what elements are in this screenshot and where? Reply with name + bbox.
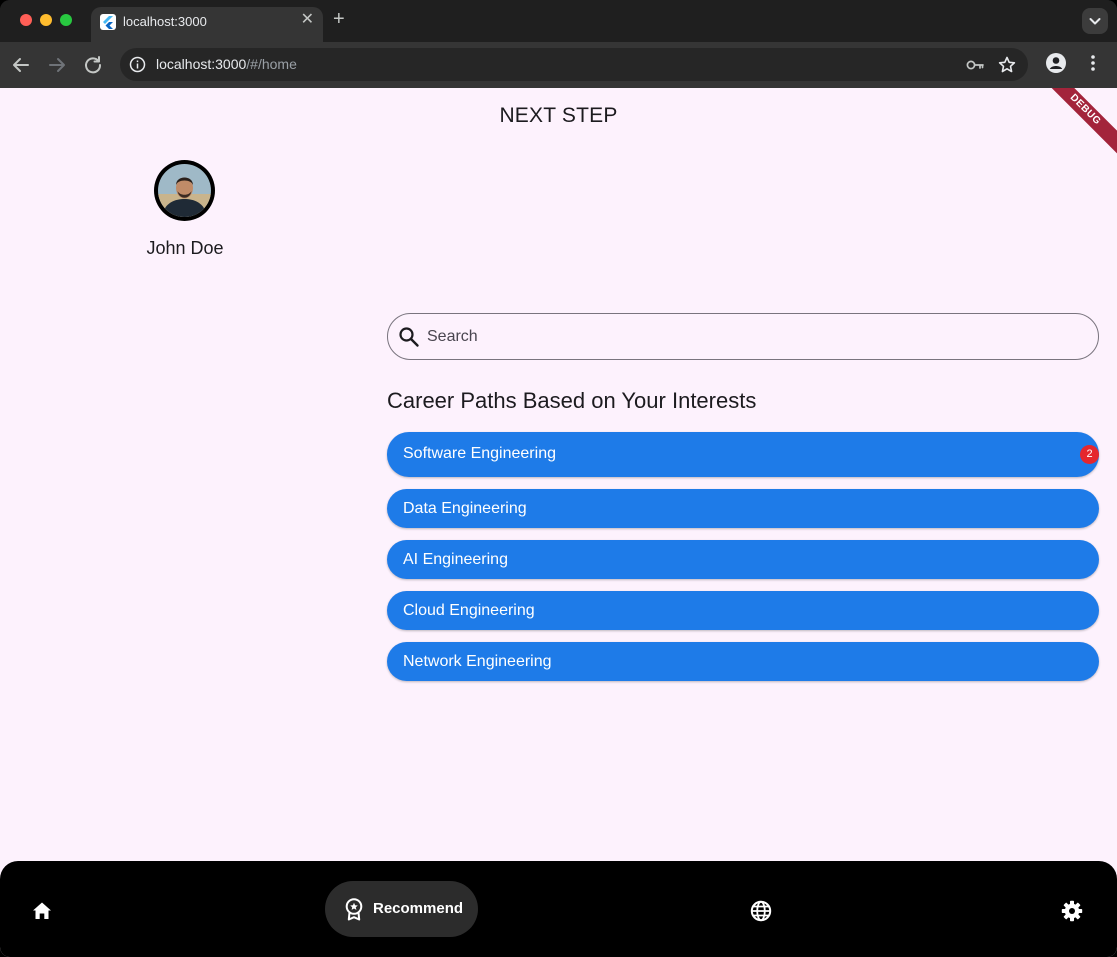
flutter-favicon-icon	[100, 14, 116, 30]
more-menu-icon[interactable]	[1083, 52, 1103, 74]
user-name: John Doe	[146, 238, 224, 258]
back-arrow-icon[interactable]	[9, 53, 33, 77]
avatar[interactable]	[154, 160, 215, 221]
window-close-button[interactable]	[20, 14, 32, 26]
gear-icon[interactable]	[1060, 899, 1084, 923]
browser-window: localhost:3000 ✕ + localhost:3000/#/home	[0, 0, 1117, 957]
app-viewport: NEXT STEP DEBUG John Doe Career Paths	[0, 88, 1117, 957]
career-item-cloud-engineering[interactable]: Cloud Engineering	[387, 591, 1099, 630]
career-item-label: Cloud Engineering	[403, 602, 535, 619]
career-item-network-engineering[interactable]: Network Engineering	[387, 642, 1099, 681]
career-paths-heading: Career Paths Based on Your Interests	[387, 388, 757, 413]
url-text: localhost:3000/#/home	[156, 56, 297, 72]
new-tab-icon[interactable]: +	[333, 9, 345, 29]
career-item-data-engineering[interactable]: Data Engineering	[387, 489, 1099, 528]
app-title: NEXT STEP	[499, 104, 618, 127]
career-item-label: Data Engineering	[403, 500, 527, 517]
career-item-ai-engineering[interactable]: AI Engineering	[387, 540, 1099, 579]
nav-item-recommend[interactable]: Recommend	[325, 881, 478, 937]
search-input[interactable]	[427, 314, 1077, 359]
browser-tab-bar: localhost:3000 ✕ +	[0, 0, 1117, 42]
career-item-label: Network Engineering	[403, 653, 552, 670]
career-item-software-engineering[interactable]: Software Engineering 2	[387, 432, 1099, 477]
bottom-navigation-bar: Recommend	[0, 861, 1117, 957]
career-item-label: Software Engineering	[403, 445, 556, 462]
career-item-label: AI Engineering	[403, 551, 508, 568]
search-field[interactable]	[387, 313, 1099, 360]
reload-icon[interactable]	[81, 53, 105, 77]
globe-icon[interactable]	[749, 899, 773, 923]
notification-badge: 2	[1080, 445, 1099, 464]
key-icon[interactable]	[965, 56, 985, 74]
window-minimize-button[interactable]	[40, 14, 52, 26]
tab-close-icon[interactable]: ✕	[301, 12, 314, 28]
nav-item-label: Recommend	[373, 900, 464, 917]
home-icon[interactable]	[30, 899, 54, 923]
site-info-icon[interactable]	[129, 56, 146, 73]
bookmark-star-icon[interactable]	[997, 55, 1017, 75]
profile-icon[interactable]	[1045, 52, 1067, 74]
window-maximize-button[interactable]	[60, 14, 72, 26]
award-icon	[342, 897, 366, 921]
url-host: localhost:3000	[156, 56, 247, 72]
forward-arrow-icon[interactable]	[45, 53, 69, 77]
search-icon	[398, 326, 420, 348]
tab-title: localhost:3000	[123, 14, 207, 29]
browser-toolbar: localhost:3000/#/home	[0, 42, 1117, 88]
tab-search-button[interactable]	[1082, 8, 1108, 34]
avatar-photo	[158, 164, 211, 217]
address-bar[interactable]: localhost:3000/#/home	[120, 48, 1028, 81]
browser-tab[interactable]: localhost:3000 ✕	[91, 7, 323, 42]
url-path: /#/home	[246, 56, 297, 72]
chevron-down-icon	[1089, 18, 1101, 25]
